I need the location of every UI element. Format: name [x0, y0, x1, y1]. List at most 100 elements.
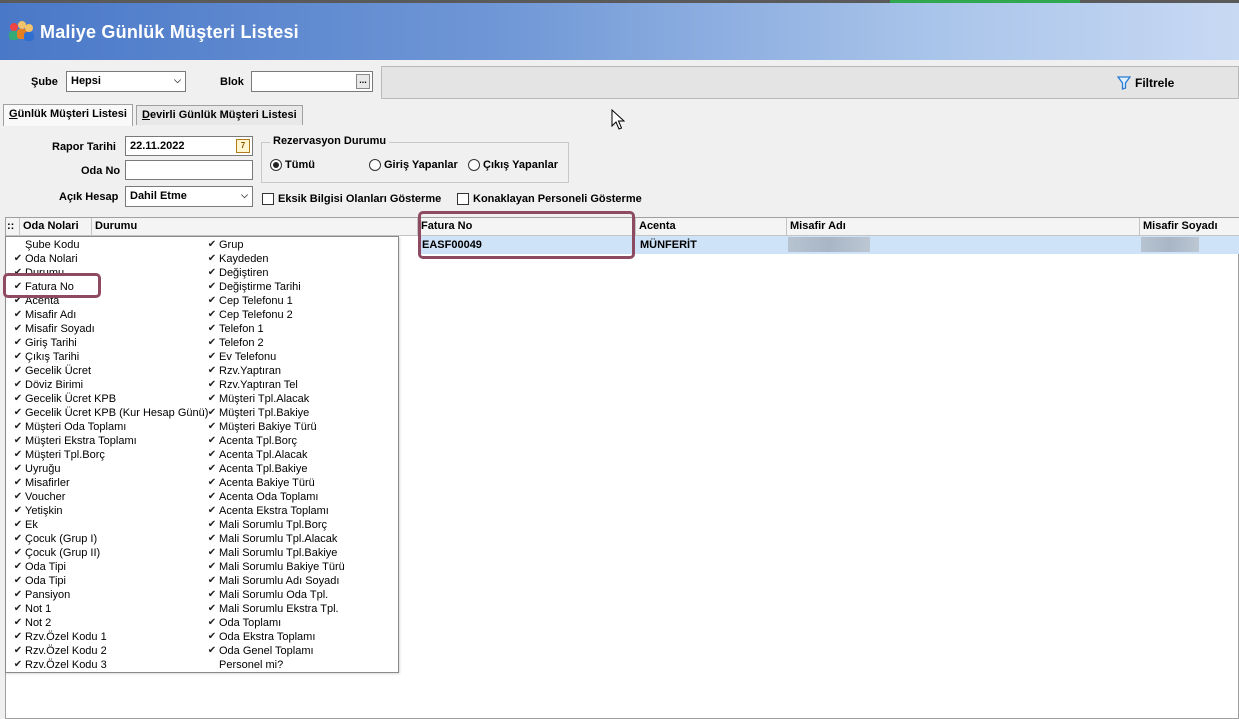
column-menu-item[interactable]: ✔ Oda Ekstra Toplamı: [205, 630, 345, 644]
column-menu-item[interactable]: ✔ Ev Telefonu: [205, 350, 345, 364]
column-menu-item[interactable]: ✔ Mali Sorumlu Tpl.Borç: [205, 518, 345, 532]
column-menu-item[interactable]: ✔ Pansiyon: [11, 588, 208, 602]
column-menu-item[interactable]: ✔ Uyruğu: [11, 462, 208, 476]
column-menu-item[interactable]: ✔ Mali Sorumlu Tpl.Bakiye: [205, 546, 345, 560]
column-menu-item[interactable]: ✔ Müşteri Bakiye Türü: [205, 420, 345, 434]
column-menu-item[interactable]: ✔ Acenta Tpl.Bakiye: [205, 462, 345, 476]
progress-indicator: [890, 0, 1080, 3]
acik-hesap-select[interactable]: Dahil Etme ⌵: [125, 186, 253, 207]
column-menu-item[interactable]: ✔ Çıkış Tarihi: [11, 350, 208, 364]
column-menu-item[interactable]: ✔ Telefon 1: [205, 322, 345, 336]
column-menu-item-label: Gecelik Ücret KPB (Kur Hesap Günü): [25, 407, 209, 419]
column-menu-item[interactable]: ✔ Acenta Tpl.Alacak: [205, 448, 345, 462]
check-icon: ✔: [13, 281, 23, 292]
column-menu-item[interactable]: ✔ Gecelik Ücret KPB: [11, 392, 208, 406]
column-menu-item[interactable]: ✔ Değiştirme Tarihi: [205, 280, 345, 294]
cell-misafir-adi-redacted[interactable]: [788, 237, 870, 252]
column-menu-item[interactable]: ✔ Cep Telefonu 1: [205, 294, 345, 308]
konaklayan-personel-checkbox[interactable]: Konaklayan Personeli Gösterme: [457, 193, 642, 205]
column-menu-item[interactable]: ✔ Yetişkin: [11, 504, 208, 518]
column-menu-item[interactable]: ✔ Cep Telefonu 2: [205, 308, 345, 322]
column-menu-item[interactable]: ✔ Grup: [205, 238, 345, 252]
column-menu-item[interactable]: ✔ Acenta Ekstra Toplamı: [205, 504, 345, 518]
column-menu-item[interactable]: ✔ Ek: [11, 518, 208, 532]
column-menu-item[interactable]: ✔ Not 2: [11, 616, 208, 630]
filter-button[interactable]: Filtrele: [1117, 76, 1174, 90]
cell-fatura-no[interactable]: EASF00049: [418, 236, 486, 254]
radio-tumu[interactable]: Tümü: [270, 159, 315, 171]
header-acenta[interactable]: Acenta: [636, 218, 787, 236]
column-menu-item[interactable]: ✔ Giriş Tarihi: [11, 336, 208, 350]
column-menu-item[interactable]: ✔ Durumu: [11, 266, 208, 280]
column-menu-item[interactable]: ✔ Müşteri Tpl.Alacak: [205, 392, 345, 406]
column-menu-item[interactable]: ✔ Acenta: [11, 294, 208, 308]
column-menu-item[interactable]: ✔ Kaydeden: [205, 252, 345, 266]
column-menu-item[interactable]: ✔ Misafirler: [11, 476, 208, 490]
oda-no-input[interactable]: [125, 160, 253, 180]
column-menu-item[interactable]: ✔ Rzv.Özel Kodu 1: [11, 630, 208, 644]
column-menu-item[interactable]: ✔ Rzv.Özel Kodu 2: [11, 644, 208, 658]
header-durumu[interactable]: Durumu: [92, 218, 418, 236]
column-menu-item[interactable]: ✔ Müşteri Ekstra Toplamı: [11, 434, 208, 448]
column-menu-item[interactable]: ✔ Gecelik Ücret: [11, 364, 208, 378]
column-menu-item-label: Acenta Bakiye Türü: [219, 477, 315, 489]
rapor-tarihi-label: Rapor Tarihi: [52, 141, 116, 153]
column-menu-item[interactable]: ✔ Müşteri Tpl.Borç: [11, 448, 208, 462]
column-menu-item[interactable]: ✔ Oda Tipi: [11, 560, 208, 574]
column-menu-item[interactable]: ✔ Oda Tipi: [11, 574, 208, 588]
column-menu-item[interactable]: ✔ Çocuk (Grup II): [11, 546, 208, 560]
column-menu-item[interactable]: ✔ Not 1: [11, 602, 208, 616]
column-menu-item[interactable]: ✔ Acenta Tpl.Borç: [205, 434, 345, 448]
column-menu-item[interactable]: ✔ Acenta Oda Toplamı: [205, 490, 345, 504]
column-menu-item[interactable]: ✔ Rzv.Yaptıran: [205, 364, 345, 378]
tab-devirli-gunluk-musteri-listesi[interactable]: Devirli Günlük Müşteri Listesi: [136, 105, 303, 125]
column-menu-item[interactable]: ✔ Döviz Birimi: [11, 378, 208, 392]
radio-cikis-yapanlar[interactable]: Çıkış Yapanlar: [468, 159, 558, 171]
column-chooser-handle[interactable]: ::: [6, 218, 20, 236]
eksik-bilgisi-checkbox[interactable]: Eksik Bilgisi Olanları Gösterme: [262, 193, 441, 205]
column-menu-item[interactable]: ✔ Misafir Adı: [11, 308, 208, 322]
report-form: Rapor Tarihi 22.11.2022 7 Oda No Açık He…: [0, 126, 1239, 214]
ellipsis-icon[interactable]: ...: [356, 74, 370, 89]
column-menu-item[interactable]: ✔ Acenta Bakiye Türü: [205, 476, 345, 490]
column-menu-item[interactable]: ✔ Gecelik Ücret KPB (Kur Hesap Günü): [11, 406, 209, 420]
column-menu-item[interactable]: ✔ Mali Sorumlu Bakiye Türü: [205, 560, 345, 574]
table-row[interactable]: EASF00049 MÜNFERİT: [418, 236, 1239, 254]
column-menu-item[interactable]: ✔ Oda Nolari: [11, 252, 208, 266]
column-menu-item[interactable]: ✔ Değiştiren: [205, 266, 345, 280]
column-menu-item[interactable]: ✔ Telefon 2: [205, 336, 345, 350]
column-menu-item[interactable]: ✔ Mali Sorumlu Tpl.Alacak: [205, 532, 345, 546]
column-menu-item-label: Oda Tipi: [25, 575, 66, 587]
column-menu-item[interactable]: ✔ Mali Sorumlu Adı Soyadı: [205, 574, 345, 588]
column-menu-item[interactable]: ✔ Oda Genel Toplamı: [205, 644, 345, 658]
check-icon: ✔: [207, 281, 217, 292]
cell-acenta[interactable]: MÜNFERİT: [636, 236, 701, 254]
column-menu-item[interactable]: ✔ Müşteri Tpl.Bakiye: [205, 406, 345, 420]
column-menu-item[interactable]: ✔ Voucher: [11, 490, 208, 504]
calendar-icon[interactable]: 7: [236, 139, 250, 153]
cell-misafir-soyadi-redacted[interactable]: [1141, 237, 1199, 252]
column-menu-item[interactable]: ✔ Çocuk (Grup I): [11, 532, 208, 546]
column-menu-item[interactable]: ✔ Müşteri Oda Toplamı: [11, 420, 208, 434]
radio-giris-yapanlar[interactable]: Giriş Yapanlar: [369, 159, 458, 171]
column-menu-item[interactable]: ✔ Fatura No: [11, 280, 208, 294]
column-menu-item[interactable]: ✔ Mali Sorumlu Ekstra Tpl.: [205, 602, 345, 616]
header-oda-nolari[interactable]: Oda Nolari: [20, 218, 92, 236]
column-menu-item[interactable]: Personel mi?: [205, 658, 345, 672]
column-menu-item[interactable]: Şube Kodu: [11, 238, 208, 252]
sube-select[interactable]: Hepsi ⌵: [66, 71, 186, 92]
column-menu-item[interactable]: ✔ Rzv.Yaptıran Tel: [205, 378, 345, 392]
acik-hesap-label: Açık Hesap: [59, 191, 119, 203]
header-misafir-soyadi[interactable]: Misafir Soyadı: [1140, 218, 1239, 236]
column-menu-item[interactable]: ✔ Misafir Soyadı: [11, 322, 208, 336]
column-menu-item-label: Şube Kodu: [25, 239, 80, 251]
column-menu-item[interactable]: ✔ Rzv.Özel Kodu 3: [11, 658, 208, 672]
check-icon: ✔: [207, 547, 217, 558]
column-menu-item[interactable]: ✔ Oda Toplamı: [205, 616, 345, 630]
header-misafir-adi[interactable]: Misafir Adı: [787, 218, 1140, 236]
rapor-tarihi-input[interactable]: 22.11.2022 7: [125, 136, 253, 156]
blok-input[interactable]: ...: [251, 71, 373, 92]
header-fatura-no[interactable]: Fatura No: [418, 218, 636, 236]
tab-gunluk-musteri-listesi[interactable]: Günlük Müşteri Listesi: [3, 104, 133, 126]
column-menu-item[interactable]: ✔ Mali Sorumlu Oda Tpl.: [205, 588, 345, 602]
